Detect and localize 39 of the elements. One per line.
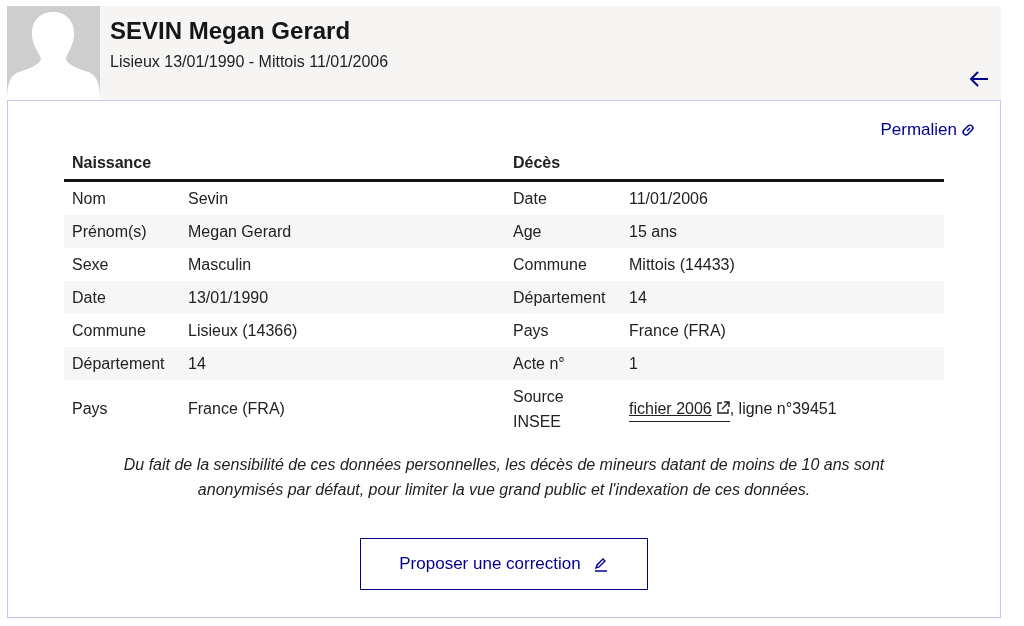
field-value: 13/01/1990	[187, 287, 270, 308]
field-label: Commune	[71, 320, 147, 341]
field-label: Source INSEE	[512, 386, 565, 432]
field-value: 11/01/2006	[628, 188, 709, 209]
field-value: 15 ans	[628, 221, 679, 242]
source-file-link[interactable]: fichier 2006	[629, 395, 730, 422]
pencil-icon	[592, 555, 609, 572]
column-header: Décès	[512, 152, 562, 173]
permalink-link[interactable]: Permalien	[880, 117, 976, 143]
field-label: Commune	[512, 254, 588, 275]
back-arrow-icon[interactable]	[969, 70, 989, 88]
column-header: Naissance	[71, 152, 153, 173]
field-label: Sexe	[71, 254, 110, 275]
field-value: France (FRA)	[187, 399, 286, 419]
field-value: 14	[187, 353, 207, 374]
field-value: Megan Gerard	[187, 221, 293, 242]
field-label: Prénom(s)	[71, 221, 148, 242]
field-value: 14	[628, 287, 648, 308]
field-label: Acte n°	[512, 353, 566, 374]
person-name: SEVIN Megan Gerard	[110, 16, 352, 46]
correction-button[interactable]: Proposer une correction	[360, 537, 648, 590]
field-value: Mittois (14433)	[628, 254, 736, 275]
field-label: Date	[71, 287, 107, 308]
source-line-text: , ligne n°39451	[729, 399, 837, 419]
field-value: Lisieux (14366)	[187, 320, 299, 341]
field-value: Sevin	[187, 188, 230, 209]
field-label: Département	[71, 353, 166, 374]
field-label: Département	[512, 287, 607, 308]
field-label: Age	[512, 221, 543, 242]
privacy-note: Du fait de la sensibilité de ces données personnelles, les décès de mineurs datant de moins de 10 ans sont anonymisés par défaut, pour limiter la vue grand public et l'indexation de ces données.	[122, 454, 886, 500]
external-link-icon	[715, 401, 730, 415]
field-value: Masculin	[187, 254, 253, 275]
field-label: Nom	[71, 188, 107, 209]
field-label: Date	[512, 188, 548, 209]
field-label: Pays	[71, 399, 109, 419]
field-value: 1	[628, 353, 639, 374]
field-label: Pays	[512, 320, 550, 341]
person-dates: Lisieux 13/01/1990 - Mittois 11/01/2006	[110, 52, 390, 72]
field-value: France (FRA)	[628, 320, 727, 341]
